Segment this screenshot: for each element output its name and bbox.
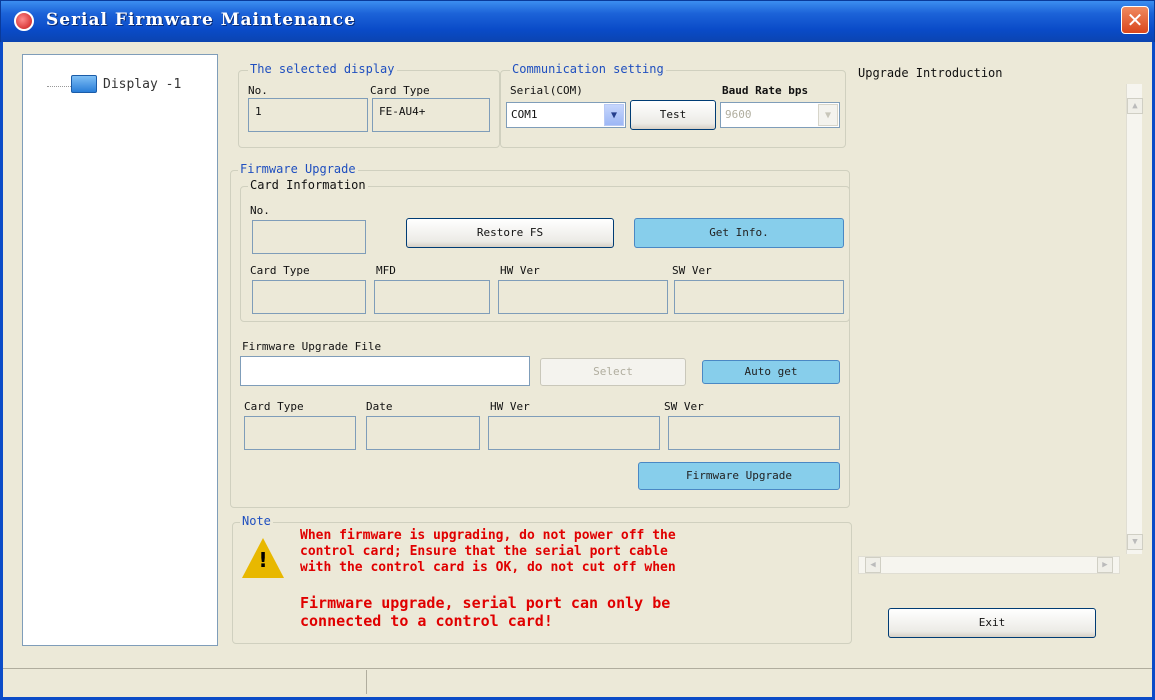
firmware-upgrade-button[interactable]: Firmware Upgrade (638, 462, 840, 490)
card-no-field (252, 220, 366, 254)
communication-title: Communication setting (510, 62, 666, 76)
app-logo-icon (14, 11, 34, 31)
file-hw-ver-field (488, 416, 660, 450)
file-sw-ver-field (668, 416, 840, 450)
file-hw-ver-label: HW Ver (490, 400, 530, 413)
serial-port-value: COM1 (511, 108, 538, 121)
get-info-button[interactable]: Get Info. (634, 218, 844, 248)
window-title: Serial Firmware Maintenance (46, 10, 356, 30)
display-card-type-label: Card Type (370, 84, 430, 97)
display-no-value: 1 (248, 98, 368, 132)
warning-exclamation: ! (258, 548, 268, 572)
firmware-upgrade-title: Firmware Upgrade (238, 162, 358, 176)
card-sw-ver-label: SW Ver (672, 264, 712, 277)
note-line-3: with the control card is OK, do not cut … (300, 560, 676, 575)
upgrade-introduction-title: Upgrade Introduction (858, 66, 1003, 80)
note-line-4: Firmware upgrade, serial port can only b… (300, 594, 671, 612)
upgrade-file-label: Firmware Upgrade File (242, 340, 382, 353)
scroll-down-icon[interactable]: ▼ (1127, 534, 1143, 550)
restore-fs-button[interactable]: Restore FS (406, 218, 614, 248)
exit-button[interactable]: Exit (888, 608, 1096, 638)
close-icon[interactable]: ✕ (1121, 6, 1149, 34)
upgrade-file-input[interactable] (240, 356, 530, 386)
monitor-icon (71, 75, 97, 93)
tree-item-display-1[interactable]: Display -1 (103, 77, 181, 92)
file-card-type-field (244, 416, 356, 450)
file-date-field (366, 416, 480, 450)
file-date-label: Date (366, 400, 393, 413)
test-button[interactable]: Test (630, 100, 716, 130)
display-card-type-value: FE-AU4+ (372, 98, 490, 132)
selected-display-title: The selected display (248, 62, 397, 76)
intro-horizontal-scrollbar[interactable]: ◀ ▶ (858, 556, 1120, 574)
status-bar (3, 668, 1152, 696)
note-line-5: connected to a control card! (300, 612, 553, 630)
card-no-label: No. (250, 204, 270, 217)
file-card-type-label: Card Type (244, 400, 304, 413)
mfd-field (374, 280, 490, 314)
file-sw-ver-label: SW Ver (664, 400, 704, 413)
serial-label: Serial(COM) (510, 84, 583, 97)
window-frame-left (0, 42, 3, 700)
display-tree[interactable]: Display -1 (22, 54, 218, 646)
card-hw-ver-label: HW Ver (500, 264, 540, 277)
card-type-field (252, 280, 366, 314)
select-file-button[interactable]: Select (540, 358, 686, 386)
serial-port-select[interactable]: COM1 ▼ (506, 102, 626, 128)
chevron-down-icon[interactable]: ▼ (818, 104, 838, 126)
status-bar-separator (366, 670, 367, 694)
card-hw-ver-field (498, 280, 668, 314)
note-line-1: When firmware is upgrading, do not power… (300, 528, 676, 543)
card-sw-ver-field (674, 280, 844, 314)
scroll-left-icon[interactable]: ◀ (865, 557, 881, 573)
chevron-down-icon[interactable]: ▼ (604, 104, 624, 126)
note-title: Note (240, 514, 273, 528)
auto-get-button[interactable]: Auto get (702, 360, 840, 384)
display-no-label: No. (248, 84, 268, 97)
card-information-title: Card Information (248, 178, 368, 192)
baud-rate-value: 9600 (725, 108, 752, 121)
mfd-label: MFD (376, 264, 396, 277)
scroll-up-icon[interactable]: ▲ (1127, 98, 1143, 114)
scroll-right-icon[interactable]: ▶ (1097, 557, 1113, 573)
card-type-label: Card Type (250, 264, 310, 277)
baud-rate-select[interactable]: 9600 ▼ (720, 102, 840, 128)
intro-vertical-scrollbar[interactable]: ▲ ▼ (1126, 84, 1143, 554)
baud-rate-label: Baud Rate bps (722, 84, 809, 97)
note-line-2: control card; Ensure that the serial por… (300, 544, 668, 559)
